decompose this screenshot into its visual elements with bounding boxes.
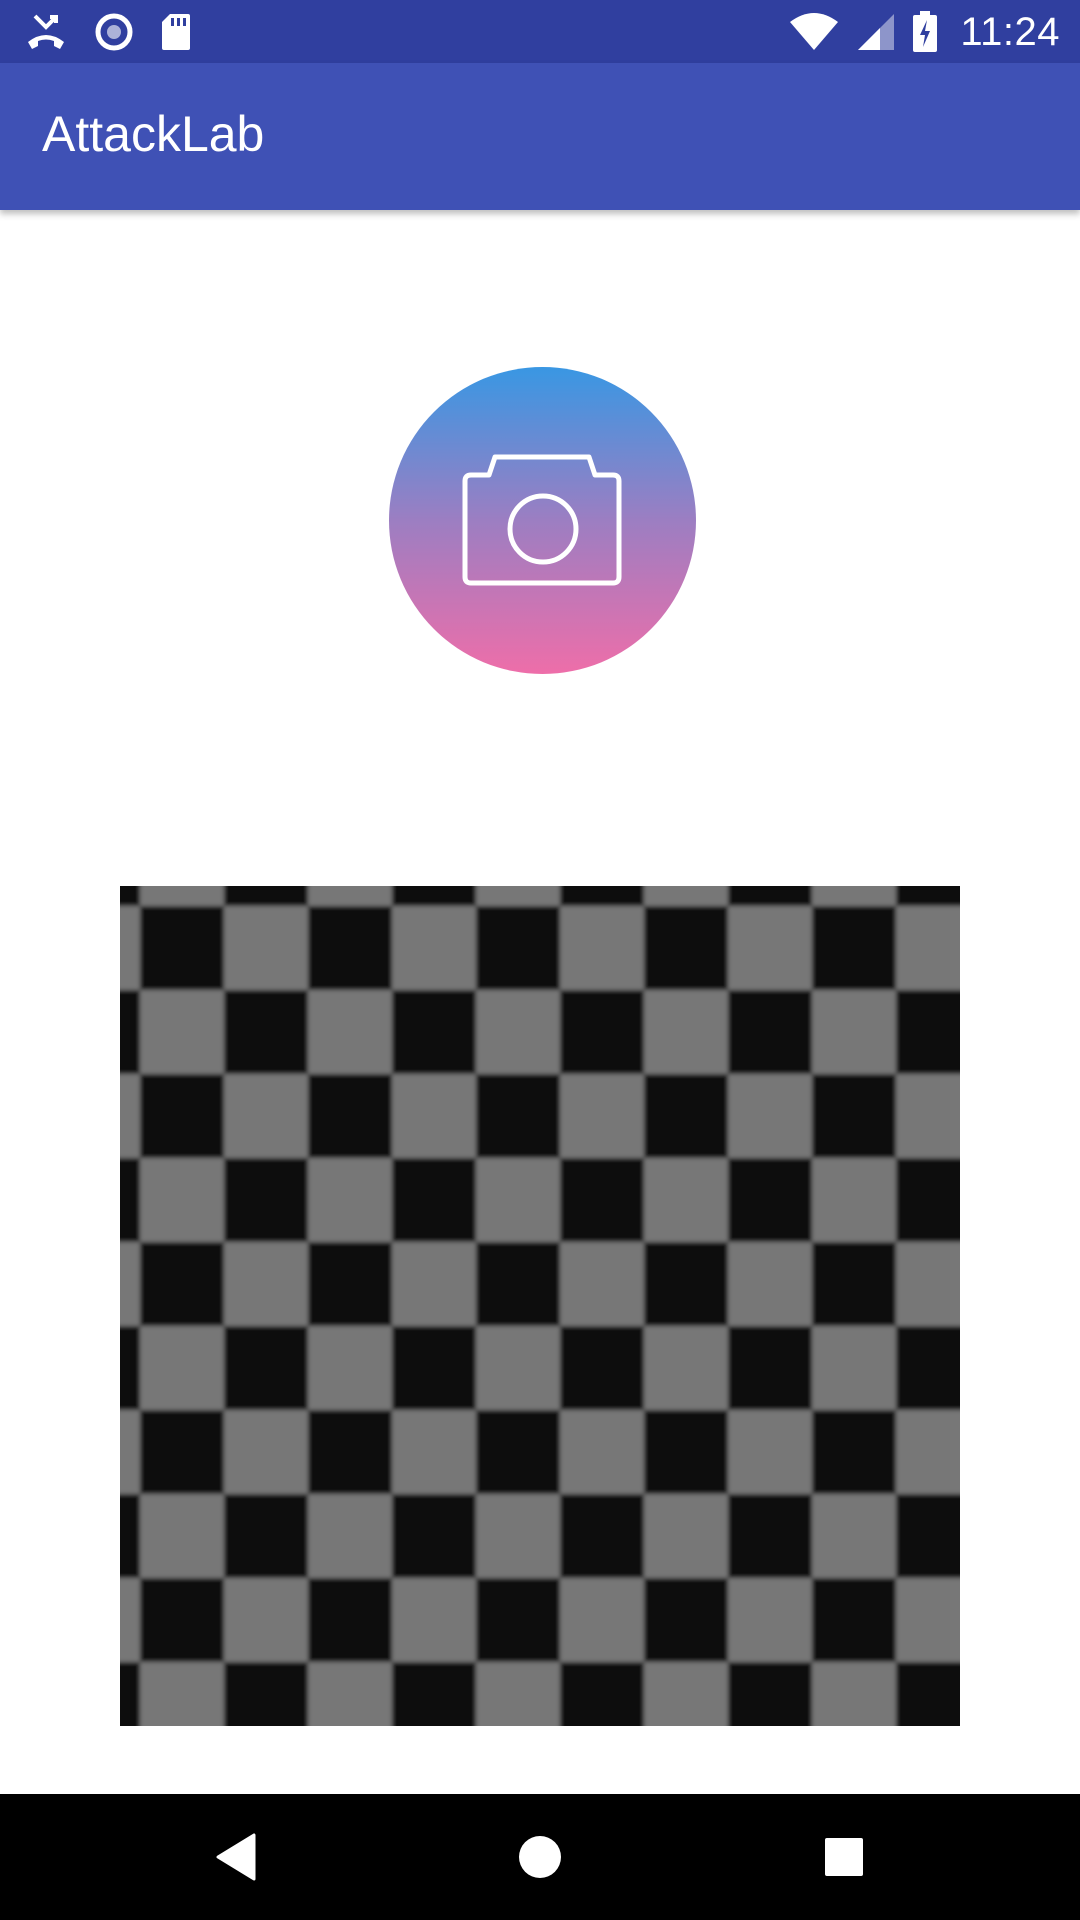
status-left-icons [24,9,192,55]
sd-card-icon [160,12,192,52]
back-icon [216,1833,256,1881]
wifi-icon [788,12,840,52]
record-icon [94,12,134,52]
app-bar: AttackLab [0,63,1080,210]
screen: 11:24 AttackLab [0,0,1080,1920]
nav-bar [0,1794,1080,1920]
home-button[interactable] [460,1794,620,1920]
checkerboard-image [120,886,960,1726]
app-title: AttackLab [42,106,265,162]
back-button[interactable] [156,1794,316,1920]
missed-call-icon [24,12,68,52]
recents-icon [825,1838,863,1876]
home-icon [519,1836,561,1878]
camera-button[interactable] [389,367,696,674]
recents-button[interactable] [764,1794,924,1920]
signal-icon [856,12,896,52]
status-time: 11:24 [960,9,1060,54]
status-bar: 11:24 [0,0,1080,63]
status-right-icons: 11:24 [788,9,1060,55]
battery-charging-icon [912,11,938,53]
camera-icon [462,454,622,586]
